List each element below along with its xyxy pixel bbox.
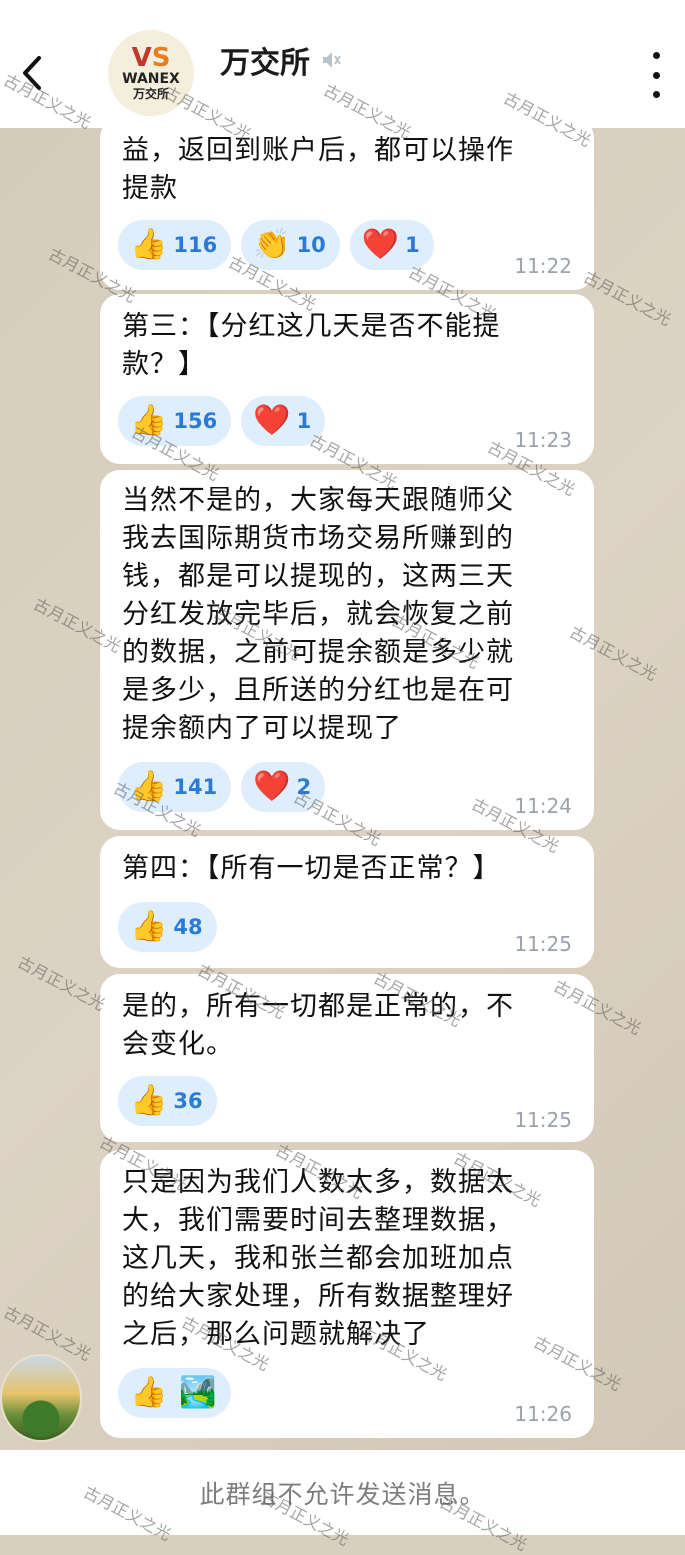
reaction-heart[interactable]: ❤️ 2 — [241, 762, 326, 812]
reaction-row: 👍 36 — [118, 1076, 217, 1126]
message-time: 11:24 — [514, 794, 572, 818]
reaction-row: 👍 116 👏 10 ❤️ 1 — [118, 220, 434, 270]
input-disabled-bar: 此群组不允许发送消息。 — [0, 1450, 685, 1535]
speaker-mute-icon — [320, 49, 342, 71]
reaction-thumbs-up[interactable]: 👍 36 — [118, 1076, 217, 1126]
message-text: 第三：【分红这几天是否不能提 款？】 — [122, 311, 501, 380]
reaction-thumbs-up[interactable]: 👍 141 — [118, 762, 232, 812]
reactor-avatar: 🏞️ — [179, 1375, 217, 1410]
group-avatar[interactable]: VS WANEX 万交所 — [108, 30, 194, 116]
reaction-clap[interactable]: 👏 10 — [241, 220, 340, 270]
chat-title-row[interactable]: 万交所 — [220, 38, 342, 82]
reaction-heart[interactable]: ❤️ 1 — [349, 220, 434, 270]
back-button[interactable] — [12, 48, 52, 98]
message-text: 当然不是的，大家每天跟随师父 我去国际期货市场交易所赚到的 钱，都是可以提现的，… — [122, 485, 514, 744]
message-bubble[interactable]: 第四：【所有一切是否正常？】 👍 48 11:25 — [100, 836, 594, 968]
message-bubble[interactable]: 是的，所有一切都是正常的，不 会变化。 👍 36 11:25 — [100, 974, 594, 1142]
message-text: 是的，所有一切都是正常的，不 会变化。 — [122, 991, 514, 1060]
reaction-thumbs-up[interactable]: 👍 🏞️ — [118, 1368, 231, 1418]
reaction-row: 👍 🏞️ — [118, 1368, 231, 1418]
message-time: 11:25 — [514, 932, 572, 956]
chat-header: VS WANEX 万交所 万交所 — [0, 0, 685, 128]
message-bubble[interactable]: 只是因为我们人数太多，数据太 大，我们需要时间去整理数据， 这几天，我和张兰都会… — [100, 1150, 594, 1438]
chevron-left-icon — [23, 56, 41, 90]
reaction-thumbs-up[interactable]: 👍 116 — [118, 220, 232, 270]
reaction-thumbs-up[interactable]: 👍 48 — [118, 902, 217, 952]
message-time: 11:22 — [514, 254, 572, 278]
sender-avatar[interactable] — [0, 1354, 82, 1442]
reaction-heart[interactable]: ❤️ 1 — [241, 396, 326, 446]
message-bubble[interactable]: 益，返回到账户后，都可以操作 提款 👍 116 👏 10 ❤️ 1 11:22 — [100, 118, 594, 290]
message-time: 11:25 — [514, 1108, 572, 1132]
more-options-button[interactable] — [641, 52, 671, 98]
message-time: 11:23 — [514, 428, 572, 452]
logo-subtitle: 万交所 — [132, 87, 169, 101]
message-time: 11:26 — [514, 1402, 572, 1426]
chat-title: 万交所 — [220, 46, 310, 81]
cannot-send-notice: 此群组不允许发送消息。 — [199, 1479, 486, 1509]
message-bubble[interactable]: 当然不是的，大家每天跟随师父 我去国际期货市场交易所赚到的 钱，都是可以提现的，… — [100, 470, 594, 830]
message-text: 第四：【所有一切是否正常？】 — [122, 853, 501, 884]
reaction-row: 👍 156 ❤️ 1 — [118, 396, 326, 446]
message-text: 益，返回到账户后，都可以操作 提款 — [122, 135, 514, 204]
reaction-row: 👍 141 ❤️ 2 — [118, 762, 326, 812]
more-vertical-icon — [652, 52, 660, 59]
logo-name: WANEX — [122, 71, 180, 87]
reaction-thumbs-up[interactable]: 👍 156 — [118, 396, 232, 446]
message-text: 只是因为我们人数太多，数据太 大，我们需要时间去整理数据， 这几天，我和张兰都会… — [122, 1167, 514, 1350]
reaction-row: 👍 48 — [118, 902, 217, 952]
message-bubble[interactable]: 第三：【分红这几天是否不能提 款？】 👍 156 ❤️ 1 11:23 — [100, 294, 594, 464]
logo-mark: VS — [131, 43, 171, 73]
